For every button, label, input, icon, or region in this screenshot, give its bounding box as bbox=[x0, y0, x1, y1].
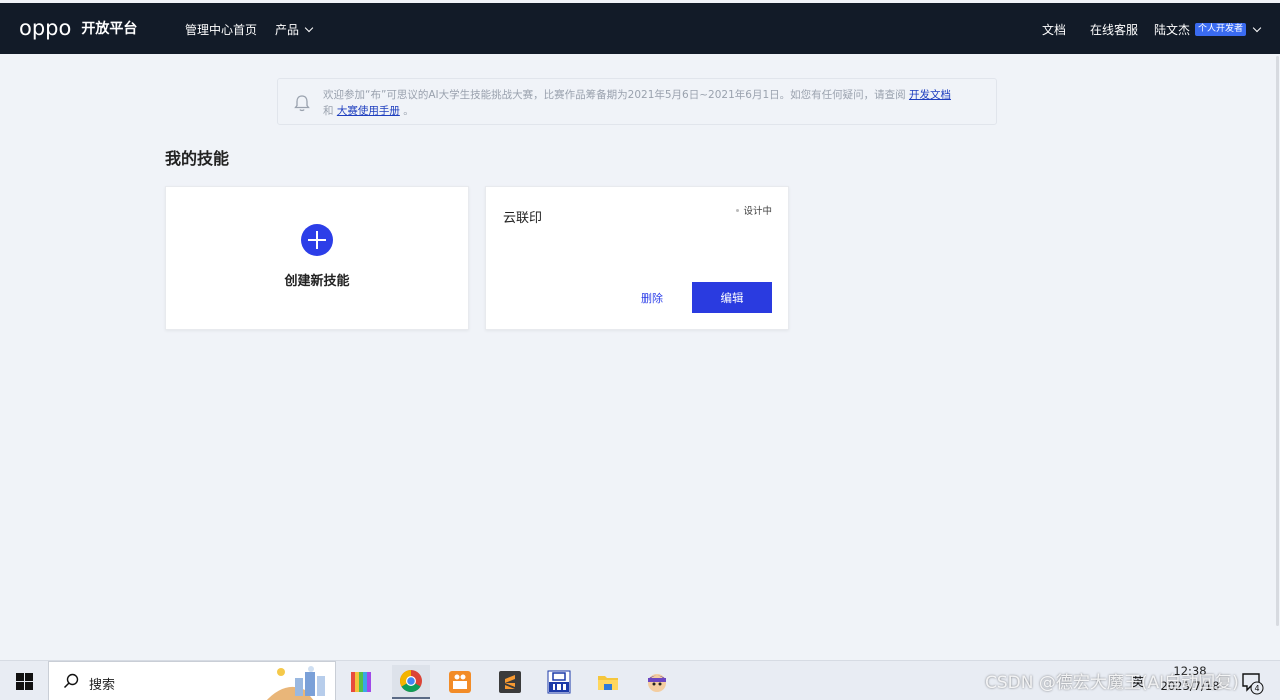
notice-text: 欢迎参加“布”可思议的AI大学生技能挑战大赛，比赛作品筹备期为2021年5月6日… bbox=[323, 87, 983, 119]
notice-and: 和 bbox=[323, 105, 334, 117]
nav-products-label: 产品 bbox=[275, 23, 300, 37]
notice-banner: 欢迎参加“布”可思议的AI大学生技能挑战大赛，比赛作品筹备期为2021年5月6日… bbox=[277, 78, 997, 125]
notification-count: 4 bbox=[1254, 684, 1259, 693]
status-dot-icon bbox=[736, 208, 740, 212]
colors-app-icon-graphic bbox=[351, 672, 371, 692]
folder-icon bbox=[598, 676, 618, 690]
nav-products-menu[interactable]: 产品 bbox=[275, 21, 314, 38]
edit-button[interactable]: 编辑 bbox=[692, 282, 772, 313]
start-button[interactable] bbox=[0, 661, 48, 700]
sublime-icon[interactable] bbox=[491, 665, 529, 699]
search-placeholder: 搜索 bbox=[89, 678, 116, 693]
page-title: 我的技能 bbox=[165, 149, 230, 168]
developer-badge: 个人开发者 bbox=[1195, 23, 1247, 36]
chevron-down-icon bbox=[1252, 23, 1262, 32]
game-app-icon[interactable] bbox=[638, 665, 676, 699]
notice-main-text: 欢迎参加“布”可思议的AI大学生技能挑战大赛，比赛作品筹备期为2021年5月6日… bbox=[323, 89, 906, 101]
shop-app-icon-graphic bbox=[449, 671, 471, 693]
create-skill-label: 创建新技能 bbox=[284, 274, 350, 289]
shop-app-icon[interactable] bbox=[441, 665, 479, 699]
nav-docs-link[interactable]: 文档 bbox=[1042, 21, 1066, 38]
bell-icon bbox=[294, 95, 310, 112]
contest-manual-link[interactable]: 大赛使用手册 bbox=[337, 105, 400, 117]
isp-icon-graphic bbox=[547, 670, 571, 694]
oppo-logo[interactable]: oppo 开放平台 bbox=[19, 16, 138, 40]
colors-app-icon[interactable] bbox=[343, 665, 381, 699]
file-explorer-icon[interactable] bbox=[589, 665, 627, 699]
delete-button[interactable]: 删除 bbox=[641, 290, 663, 306]
sublime-icon-graphic bbox=[499, 671, 521, 693]
nav-support-link[interactable]: 在线客服 bbox=[1090, 21, 1138, 38]
create-skill-card[interactable]: 创建新技能 bbox=[165, 186, 469, 330]
search-highlight-art-icon bbox=[266, 666, 325, 700]
notification-center-icon[interactable]: 4 bbox=[1238, 669, 1264, 695]
game-character-icon bbox=[648, 674, 666, 692]
scrollbar-thumb[interactable] bbox=[1276, 56, 1279, 626]
isp-icon[interactable] bbox=[540, 665, 578, 699]
skill-name: 云联印 bbox=[503, 211, 543, 226]
chrome-icon-graphic bbox=[400, 670, 422, 692]
windows-logo-icon bbox=[15, 672, 33, 690]
chrome-icon[interactable] bbox=[392, 665, 430, 699]
taskbar-search-box[interactable]: 搜索 bbox=[48, 661, 336, 700]
chevron-down-icon bbox=[304, 23, 314, 32]
status-badge: 设计中 bbox=[736, 203, 772, 217]
user-menu[interactable]: 陆文杰 个人开发者 bbox=[1154, 21, 1262, 38]
status-label: 设计中 bbox=[743, 206, 772, 217]
skill-card: 云联印 设计中 删除 编辑 bbox=[485, 186, 789, 330]
notice-period: 。 bbox=[403, 105, 414, 117]
nav-home-link[interactable]: 管理中心首页 bbox=[185, 21, 257, 38]
dev-docs-link[interactable]: 开发文档 bbox=[909, 89, 951, 101]
logo-text: oppo bbox=[19, 16, 72, 40]
user-name: 陆文杰 bbox=[1154, 23, 1191, 37]
csdn-watermark: CSDN @德宏大魔王(AI自动回复) bbox=[985, 673, 1239, 693]
search-icon bbox=[63, 673, 79, 689]
plus-icon[interactable] bbox=[301, 224, 333, 256]
platform-name: 开放平台 bbox=[81, 21, 138, 37]
top-navbar: oppo 开放平台 管理中心首页 产品 文档 在线客服 陆文杰 个人开发者 bbox=[0, 3, 1280, 54]
